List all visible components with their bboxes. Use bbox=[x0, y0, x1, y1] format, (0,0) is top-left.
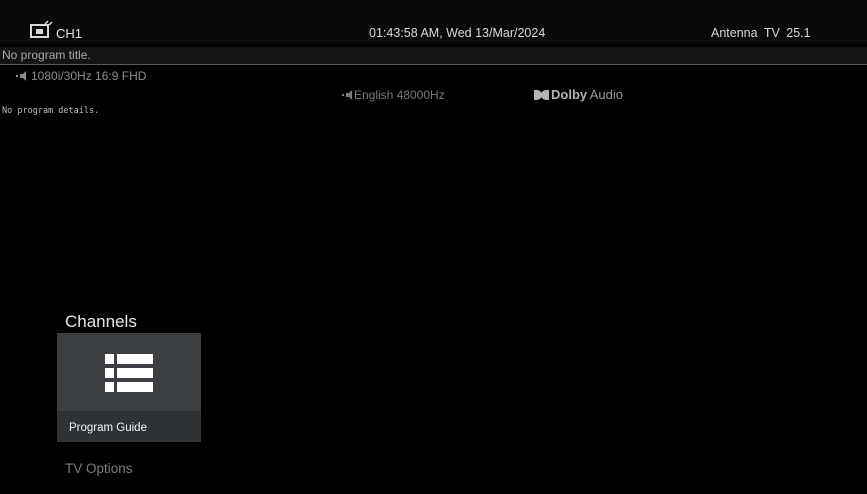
speaker-icon bbox=[342, 90, 352, 100]
program-title: No program title. bbox=[2, 48, 91, 62]
source-info: Antenna TV 25.1 bbox=[711, 26, 811, 40]
program-details: No program details. bbox=[2, 106, 100, 116]
list-icon bbox=[105, 354, 153, 392]
program-title-row: No program title. bbox=[0, 47, 867, 65]
program-guide-label: Program Guide bbox=[69, 422, 147, 434]
program-guide-card[interactable]: Program Guide bbox=[57, 333, 201, 442]
card-icon-area bbox=[57, 333, 201, 411]
menu-item-tv-options[interactable]: TV Options bbox=[65, 461, 133, 476]
video-format-label: 1080i/30Hz 16:9 FHD bbox=[31, 69, 147, 83]
clock: 01:43:58 AM, Wed 13/Mar/2024 bbox=[369, 26, 546, 40]
video-format: 1080i/30Hz 16:9 FHD bbox=[16, 69, 146, 83]
dolby-icon bbox=[534, 90, 549, 100]
dolby-brand: Dolby bbox=[551, 87, 588, 102]
dolby-suffix: Audio bbox=[589, 87, 623, 102]
speaker-icon bbox=[16, 71, 26, 81]
channel-number: CH1 bbox=[56, 26, 83, 41]
tv-source-icon bbox=[30, 20, 53, 38]
audio-language-label: English 48000Hz bbox=[354, 88, 445, 102]
audio-language: English 48000Hz bbox=[342, 88, 445, 102]
info-bar: CH1 01:43:58 AM, Wed 13/Mar/2024 Antenna… bbox=[0, 0, 867, 44]
dolby-audio-badge: Dolby Audio bbox=[534, 87, 623, 102]
tv-screen: CH1 01:43:58 AM, Wed 13/Mar/2024 Antenna… bbox=[0, 0, 867, 494]
section-title-channels: Channels bbox=[65, 312, 137, 331]
